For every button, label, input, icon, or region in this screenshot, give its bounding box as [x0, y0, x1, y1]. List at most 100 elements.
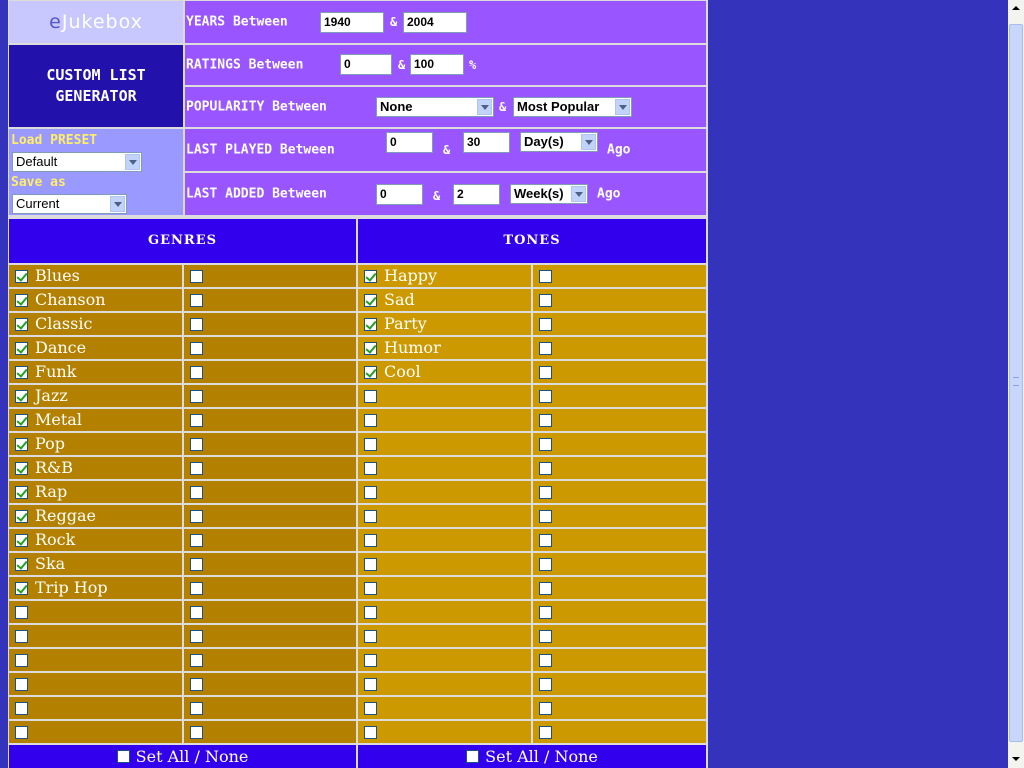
last-added-to-input[interactable]: 2 [453, 184, 500, 205]
genres-set-all[interactable]: Set All / None [9, 745, 356, 768]
checkbox[interactable] [190, 510, 203, 523]
checkbox[interactable] [15, 606, 28, 619]
checkbox[interactable] [539, 270, 552, 283]
checkbox[interactable] [15, 270, 28, 283]
checkbox[interactable] [190, 654, 203, 667]
checkbox[interactable] [15, 462, 28, 475]
checkbox[interactable] [190, 462, 203, 475]
popularity-from-select[interactable]: None [376, 97, 494, 117]
genres-set-all-checkbox[interactable] [116, 750, 130, 763]
checkbox[interactable] [15, 678, 28, 691]
checkbox[interactable] [190, 534, 203, 547]
checkbox[interactable] [539, 366, 552, 379]
scroll-down-icon[interactable] [1008, 751, 1024, 768]
checkbox[interactable] [539, 294, 552, 307]
checkbox[interactable] [364, 654, 377, 667]
checkbox[interactable] [190, 342, 203, 355]
checkbox[interactable] [364, 294, 377, 307]
checkbox[interactable] [539, 510, 552, 523]
checkbox[interactable] [539, 606, 552, 619]
checkbox[interactable] [15, 582, 28, 595]
chevron-down-icon[interactable] [125, 154, 140, 170]
checkbox[interactable] [364, 486, 377, 499]
last-played-unit-select[interactable]: Day(s) [520, 132, 598, 152]
checkbox[interactable] [539, 342, 552, 355]
chevron-down-icon[interactable] [571, 186, 586, 202]
checkbox[interactable] [15, 486, 28, 499]
checkbox[interactable] [539, 630, 552, 643]
years-to-input[interactable]: 2004 [403, 12, 467, 33]
ratings-from-input[interactable]: 0 [340, 54, 392, 75]
checkbox[interactable] [539, 726, 552, 739]
checkbox[interactable] [15, 558, 28, 571]
checkbox[interactable] [539, 486, 552, 499]
save-as-select[interactable]: Current [12, 194, 127, 214]
ratings-to-input[interactable]: 100 [410, 54, 464, 75]
checkbox[interactable] [364, 462, 377, 475]
checkbox[interactable] [364, 678, 377, 691]
checkbox[interactable] [364, 726, 377, 739]
checkbox[interactable] [364, 702, 377, 715]
checkbox[interactable] [15, 390, 28, 403]
checkbox[interactable] [190, 702, 203, 715]
chevron-down-icon[interactable] [110, 196, 125, 212]
checkbox[interactable] [364, 510, 377, 523]
checkbox[interactable] [539, 534, 552, 547]
checkbox[interactable] [190, 630, 203, 643]
checkbox[interactable] [190, 678, 203, 691]
checkbox[interactable] [190, 558, 203, 571]
checkbox[interactable] [15, 510, 28, 523]
checkbox[interactable] [539, 462, 552, 475]
checkbox[interactable] [190, 486, 203, 499]
checkbox[interactable] [539, 678, 552, 691]
checkbox[interactable] [190, 582, 203, 595]
checkbox[interactable] [364, 534, 377, 547]
vertical-scrollbar[interactable] [1008, 0, 1024, 768]
scroll-thumb[interactable] [1009, 24, 1023, 742]
chevron-down-icon[interactable] [477, 99, 492, 115]
checkbox[interactable] [190, 270, 203, 283]
checkbox[interactable] [15, 414, 28, 427]
checkbox[interactable] [539, 702, 552, 715]
years-from-input[interactable]: 1940 [320, 12, 384, 33]
last-added-from-input[interactable]: 0 [376, 184, 423, 205]
checkbox[interactable] [364, 558, 377, 571]
checkbox[interactable] [364, 630, 377, 643]
checkbox[interactable] [364, 582, 377, 595]
checkbox[interactable] [539, 390, 552, 403]
checkbox[interactable] [190, 606, 203, 619]
checkbox[interactable] [190, 726, 203, 739]
load-preset-select[interactable]: Default [12, 152, 142, 172]
checkbox[interactable] [190, 414, 203, 427]
checkbox[interactable] [15, 726, 28, 739]
checkbox[interactable] [190, 438, 203, 451]
scroll-up-icon[interactable] [1008, 0, 1024, 17]
checkbox[interactable] [364, 414, 377, 427]
popularity-to-select[interactable]: Most Popular [513, 97, 632, 117]
checkbox[interactable] [364, 270, 377, 283]
checkbox[interactable] [364, 606, 377, 619]
checkbox[interactable] [364, 342, 377, 355]
checkbox[interactable] [15, 318, 28, 331]
checkbox[interactable] [364, 390, 377, 403]
checkbox[interactable] [539, 438, 552, 451]
checkbox[interactable] [539, 582, 552, 595]
tones-set-all[interactable]: Set All / None [358, 745, 706, 768]
last-added-unit-select[interactable]: Week(s) [510, 184, 588, 204]
checkbox[interactable] [190, 390, 203, 403]
checkbox[interactable] [364, 318, 377, 331]
last-played-from-input[interactable]: 0 [386, 132, 433, 153]
checkbox[interactable] [15, 342, 28, 355]
chevron-down-icon[interactable] [581, 134, 596, 150]
checkbox[interactable] [364, 438, 377, 451]
chevron-down-icon[interactable] [615, 99, 630, 115]
checkbox[interactable] [15, 294, 28, 307]
last-played-to-input[interactable]: 30 [463, 132, 510, 153]
checkbox[interactable] [190, 318, 203, 331]
checkbox[interactable] [15, 438, 28, 451]
checkbox[interactable] [539, 558, 552, 571]
checkbox[interactable] [15, 702, 28, 715]
checkbox[interactable] [539, 318, 552, 331]
checkbox[interactable] [364, 366, 377, 379]
checkbox[interactable] [539, 414, 552, 427]
